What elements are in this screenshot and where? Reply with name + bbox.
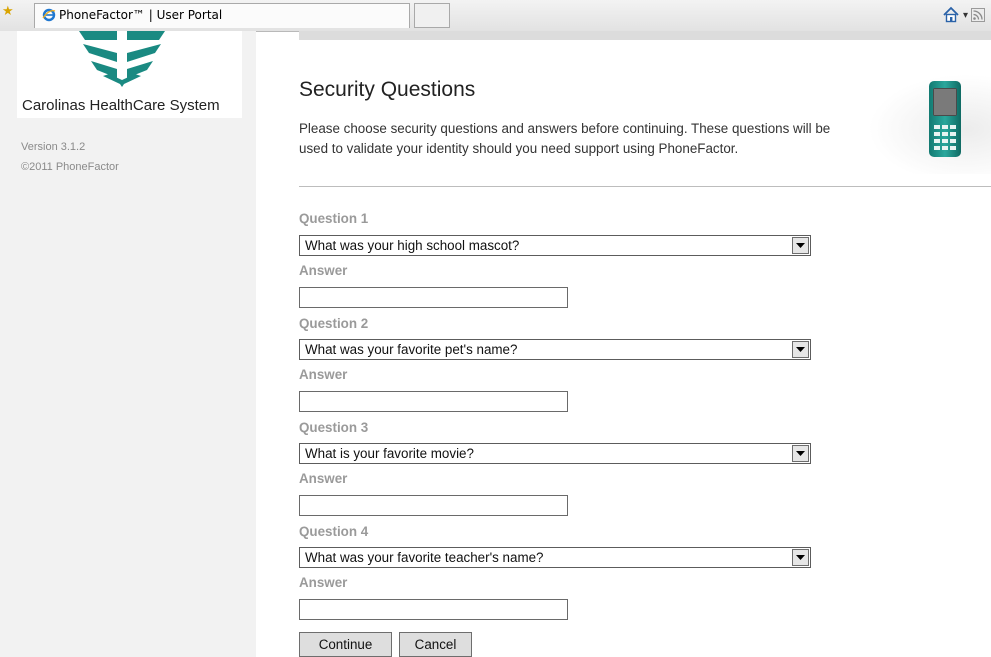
question-3-label: Question 3 <box>299 420 369 435</box>
new-tab-button[interactable] <box>414 3 450 28</box>
logo-box: Carolinas HealthCare System <box>17 31 242 118</box>
answer-2-input[interactable] <box>299 391 568 412</box>
answer-4-input[interactable] <box>299 599 568 620</box>
carolinas-healthcare-logo-icon <box>79 31 165 87</box>
sidebar: Carolinas HealthCare System Version 3.1.… <box>0 31 256 657</box>
rss-feed-icon[interactable] <box>971 8 985 22</box>
home-icon[interactable] <box>942 6 960 24</box>
header-strip <box>299 31 991 40</box>
chevron-down-icon[interactable] <box>792 237 809 254</box>
browser-tab-bar: ★ PhoneFactor™ | User Portal ▾ <box>0 0 991 32</box>
favorites-star-icon[interactable]: ★ <box>2 4 16 18</box>
question-2-selected: What was your favorite pet's name? <box>305 342 518 357</box>
question-2-select[interactable]: What was your favorite pet's name? <box>299 339 811 360</box>
answer-1-input[interactable] <box>299 287 568 308</box>
internet-explorer-icon <box>42 8 56 22</box>
question-1-selected: What was your high school mascot? <box>305 238 520 253</box>
question-3-select[interactable]: What is your favorite movie? <box>299 443 811 464</box>
chevron-down-icon[interactable] <box>792 341 809 358</box>
question-4-select[interactable]: What was your favorite teacher's name? <box>299 547 811 568</box>
continue-button[interactable]: Continue <box>299 632 392 657</box>
page-title: Security Questions <box>299 78 476 101</box>
browser-tab[interactable]: PhoneFactor™ | User Portal <box>34 3 410 28</box>
question-1-label: Question 1 <box>299 211 369 226</box>
answer-3-label: Answer <box>299 471 348 486</box>
question-4-selected: What was your favorite teacher's name? <box>305 550 544 565</box>
copyright-text: ©2011 PhoneFactor <box>21 161 119 173</box>
answer-1-label: Answer <box>299 263 348 278</box>
answer-2-label: Answer <box>299 367 348 382</box>
question-1-select[interactable]: What was your high school mascot? <box>299 235 811 256</box>
answer-4-label: Answer <box>299 575 348 590</box>
question-4-label: Question 4 <box>299 524 369 539</box>
command-bar: ▾ <box>942 5 985 25</box>
question-2-label: Question 2 <box>299 316 369 331</box>
organization-name: Carolinas HealthCare System <box>22 97 220 114</box>
tab-title: PhoneFactor™ | User Portal <box>59 8 223 22</box>
phone-illustration <box>868 74 991 174</box>
home-dropdown-icon[interactable]: ▾ <box>963 10 968 21</box>
answer-3-input[interactable] <box>299 495 568 516</box>
cancel-button[interactable]: Cancel <box>399 632 472 657</box>
version-text: Version 3.1.2 <box>21 141 86 153</box>
mobile-phone-icon <box>929 81 961 157</box>
chevron-down-icon[interactable] <box>792 445 809 462</box>
intro-text: Please choose security questions and ans… <box>299 121 831 156</box>
divider <box>299 186 991 187</box>
chevron-down-icon[interactable] <box>792 549 809 566</box>
question-3-selected: What is your favorite movie? <box>305 446 474 461</box>
